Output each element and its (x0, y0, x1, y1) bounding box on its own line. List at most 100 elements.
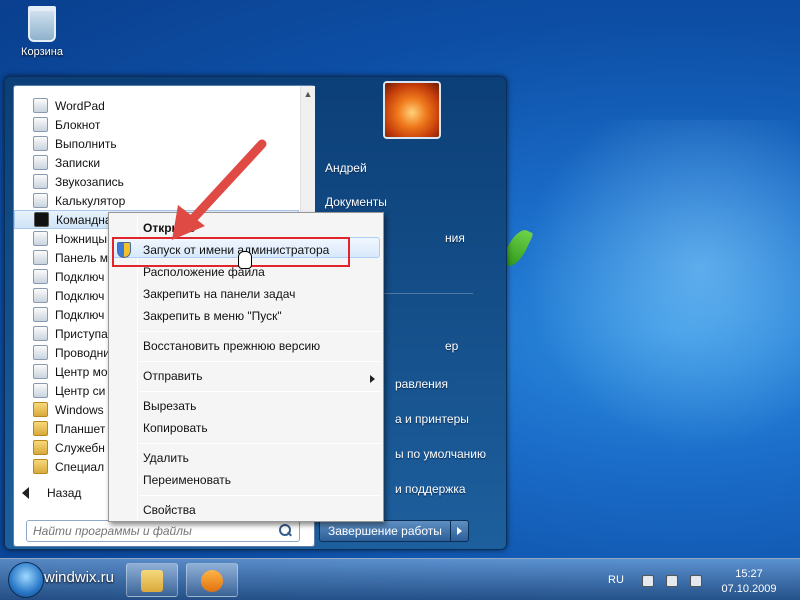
calculator-icon (33, 193, 48, 208)
menu-item-open[interactable]: Открыть (143, 221, 195, 235)
hand-cursor-icon (238, 251, 252, 269)
tray-flag-icon[interactable] (642, 575, 654, 587)
run-icon (33, 136, 48, 151)
recycle-bin[interactable]: Корзина (14, 6, 70, 58)
program-item[interactable]: Звукозапись (14, 172, 299, 191)
menu-item-pin-taskbar[interactable]: Закрепить на панели задач (143, 287, 295, 301)
wordpad-icon (33, 98, 48, 113)
folder-icon (33, 459, 48, 474)
program-label: Планшет (55, 421, 106, 436)
explorer-icon (33, 345, 48, 360)
program-label: Подключ (55, 269, 105, 284)
tray-network-icon[interactable] (666, 575, 678, 587)
program-item[interactable]: Записки (14, 153, 299, 172)
start-button[interactable] (8, 562, 44, 598)
math-panel-icon (33, 250, 48, 265)
menu-item-delete[interactable]: Удалить (143, 451, 189, 465)
sync-center-icon (33, 383, 48, 398)
mobility-center-icon (33, 364, 48, 379)
menu-item-rename[interactable]: Переименовать (143, 473, 231, 487)
right-item-partial[interactable]: равления (395, 377, 448, 391)
right-item-partial[interactable]: ер (445, 339, 458, 353)
program-item[interactable]: Калькулятор (14, 191, 299, 210)
program-label: Панель м (55, 250, 109, 265)
scroll-up-icon[interactable]: ▲ (303, 89, 313, 99)
connect-icon (33, 269, 48, 284)
taskbar-explorer-button[interactable] (126, 563, 178, 597)
program-label: Подключ (55, 307, 105, 322)
search-input[interactable] (33, 524, 277, 538)
program-label: Специал (55, 459, 105, 474)
program-label: Центр си (55, 383, 106, 398)
menu-separator (139, 495, 381, 496)
notepad-icon (33, 117, 48, 132)
search-icon[interactable] (277, 523, 293, 539)
recycle-bin-label: Корзина (21, 46, 63, 58)
menu-item-pin-start[interactable]: Закрепить в меню "Пуск" (143, 309, 282, 323)
folder-icon (33, 402, 48, 417)
program-item[interactable]: Блокнот (14, 115, 299, 134)
menu-separator (139, 443, 381, 444)
program-label: Windows I (55, 402, 111, 417)
folder-icon (33, 421, 48, 436)
program-label: WordPad (55, 98, 105, 113)
menu-item-copy[interactable]: Копировать (143, 421, 208, 435)
command-prompt-icon (34, 212, 49, 227)
highlight-box (112, 237, 350, 267)
clock-time: 15:27 (735, 568, 763, 580)
menu-separator (139, 331, 381, 332)
taskbar-media-player-button[interactable] (186, 563, 238, 597)
connect-icon (33, 288, 48, 303)
clock-date: 07.10.2009 (721, 583, 777, 595)
getting-started-icon (33, 326, 48, 341)
menu-item-restore-version[interactable]: Восстановить прежнюю версию (143, 339, 320, 353)
language-indicator[interactable]: RU (608, 574, 624, 586)
menu-item-send-to[interactable]: Отправить (143, 369, 203, 383)
watermark: windwix.ru (44, 569, 115, 586)
tray-volume-icon[interactable] (690, 575, 702, 587)
menu-item-properties[interactable]: Свойства (143, 503, 196, 517)
shutdown-button[interactable]: Завершение работы (319, 520, 451, 542)
right-item-documents[interactable]: Документы (325, 195, 387, 209)
menu-item-cut[interactable]: Вырезать (143, 399, 196, 413)
program-item[interactable]: WordPad (14, 96, 299, 115)
program-label: Блокнот (55, 117, 101, 132)
right-item-partial[interactable]: ния (445, 231, 465, 245)
program-label: Записки (55, 155, 101, 170)
taskbar: windwix.ru RU 15:27 07.10.2009 (0, 558, 800, 600)
desktop: Корзина WordPad Блокнот Выполнить Записк… (0, 0, 800, 600)
right-item-partial[interactable]: а и принтеры (395, 412, 469, 426)
right-item-user[interactable]: Андрей (325, 161, 367, 175)
user-picture[interactable] (383, 81, 441, 139)
folder-icon (33, 440, 48, 455)
program-label: Служебн (55, 440, 105, 455)
sticky-notes-icon (33, 155, 48, 170)
menu-separator (139, 361, 381, 362)
program-label: Калькулятор (55, 193, 126, 208)
menu-separator (139, 391, 381, 392)
program-item[interactable]: Выполнить (14, 134, 299, 153)
shutdown-options-button[interactable] (450, 520, 469, 542)
back-arrow-icon (22, 487, 29, 499)
back-label: Назад (47, 486, 82, 500)
connect-icon (33, 307, 48, 322)
sound-recorder-icon (33, 174, 48, 189)
recycle-bin-icon (28, 6, 56, 42)
shutdown-group: Завершение работы (319, 520, 469, 542)
right-item-partial[interactable]: и поддержка (395, 482, 466, 496)
snipping-tool-icon (33, 231, 48, 246)
program-label: Выполнить (55, 136, 117, 151)
wallpaper-swirl (470, 120, 800, 450)
media-player-icon (201, 570, 223, 592)
search-box[interactable] (26, 520, 300, 542)
explorer-icon (141, 570, 163, 592)
back-button[interactable]: Назад (22, 486, 81, 500)
program-label: Центр мо (55, 364, 108, 379)
clock[interactable]: 15:27 07.10.2009 (714, 567, 784, 597)
program-label: Проводни (55, 345, 110, 360)
submenu-arrow-icon (370, 375, 375, 383)
program-label: Приступа (55, 326, 108, 341)
program-label: Звукозапись (55, 174, 124, 189)
program-label: Подключ (55, 288, 105, 303)
right-item-partial[interactable]: ы по умолчанию (395, 447, 486, 461)
